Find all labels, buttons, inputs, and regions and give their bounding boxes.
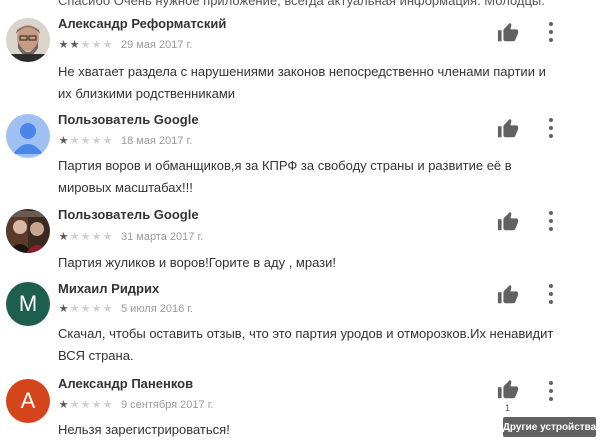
review-date: 31 марта 2017 г. [121, 231, 204, 243]
review-date: 29 мая 2017 г. [121, 39, 193, 51]
more-vert-icon[interactable] [544, 284, 558, 304]
review-date: 5 июля 2016 г. [121, 303, 194, 315]
review-author: Александр Реформатский [58, 16, 227, 31]
star-icon: ★ [102, 302, 113, 315]
rating-line: ★ ★ ★ ★ ★ 29 мая 2017 г. [58, 38, 193, 52]
star-icon: ★ [91, 302, 102, 315]
more-vert-icon[interactable] [544, 381, 558, 401]
review-date: 9 сентября 2017 г. [121, 399, 214, 411]
star-icon: ★ [80, 134, 91, 147]
thumb-up-icon[interactable] [497, 22, 519, 44]
review-author: Михаил Ридрих [58, 281, 160, 296]
thumb-up-icon[interactable] [497, 211, 519, 233]
star-icon: ★ [58, 230, 69, 243]
star-rating: ★ ★ ★ ★ ★ [58, 398, 113, 411]
avatar[interactable]: A [6, 379, 50, 423]
star-rating: ★ ★ ★ ★ ★ [58, 38, 113, 51]
thumb-up-icon[interactable] [497, 379, 519, 401]
rating-line: ★ ★ ★ ★ ★ 9 сентября 2017 г. [58, 398, 214, 412]
review-date: 18 мая 2017 г. [121, 135, 193, 147]
star-icon: ★ [58, 134, 69, 147]
avatar[interactable] [6, 114, 50, 158]
star-icon: ★ [58, 302, 69, 315]
star-rating: ★ ★ ★ ★ ★ [58, 302, 113, 315]
more-vert-icon[interactable] [544, 118, 558, 138]
thumb-up-icon[interactable] [497, 284, 519, 306]
thumb-up-icon[interactable] [497, 118, 519, 140]
avatar[interactable] [6, 18, 50, 62]
star-icon: ★ [58, 38, 69, 51]
rating-line: ★ ★ ★ ★ ★ 31 марта 2017 г. [58, 230, 204, 244]
star-icon: ★ [102, 38, 113, 51]
star-icon: ★ [91, 398, 102, 411]
star-icon: ★ [102, 398, 113, 411]
star-rating: ★ ★ ★ ★ ★ [58, 134, 113, 147]
star-icon: ★ [69, 398, 80, 411]
review-text: Скачал, чтобы оставить отзыв, что это па… [58, 326, 554, 363]
star-icon: ★ [69, 230, 80, 243]
star-icon: ★ [80, 302, 91, 315]
star-icon: ★ [69, 134, 80, 147]
star-icon: ★ [91, 230, 102, 243]
review-text: Партия жуликов и воров!Горите в аду , мр… [58, 255, 337, 270]
tooltip-other-devices: Другие устройства [503, 417, 596, 437]
review-text: Нельзя зарегистрироваться! [58, 422, 230, 437]
star-icon: ★ [102, 230, 113, 243]
star-icon: ★ [80, 38, 91, 51]
star-rating: ★ ★ ★ ★ ★ [58, 230, 113, 243]
star-icon: ★ [80, 230, 91, 243]
star-icon: ★ [91, 134, 102, 147]
previous-review-text-cut: Спасибо Очень нужное приложение, всегда … [58, 0, 545, 8]
star-icon: ★ [69, 38, 80, 51]
rating-line: ★ ★ ★ ★ ★ 5 июля 2016 г. [58, 302, 193, 316]
star-icon: ★ [102, 134, 113, 147]
star-icon: ★ [69, 302, 80, 315]
review-text: Не хватает раздела с нарушениями законов… [58, 64, 546, 101]
more-vert-icon[interactable] [544, 211, 558, 231]
review-author: Пользователь Google [58, 112, 199, 127]
review-author: Александр Паненков [58, 376, 194, 391]
like-count: 1 [505, 403, 511, 413]
review-text: Партия воров и обманщиков,я за КПРФ за с… [58, 158, 512, 195]
avatar[interactable]: M [6, 282, 50, 326]
star-icon: ★ [91, 38, 102, 51]
review-author: Пользователь Google [58, 207, 199, 222]
rating-line: ★ ★ ★ ★ ★ 18 мая 2017 г. [58, 134, 193, 148]
star-icon: ★ [80, 398, 91, 411]
star-icon: ★ [58, 398, 69, 411]
avatar[interactable] [6, 209, 50, 253]
more-vert-icon[interactable] [544, 22, 558, 42]
